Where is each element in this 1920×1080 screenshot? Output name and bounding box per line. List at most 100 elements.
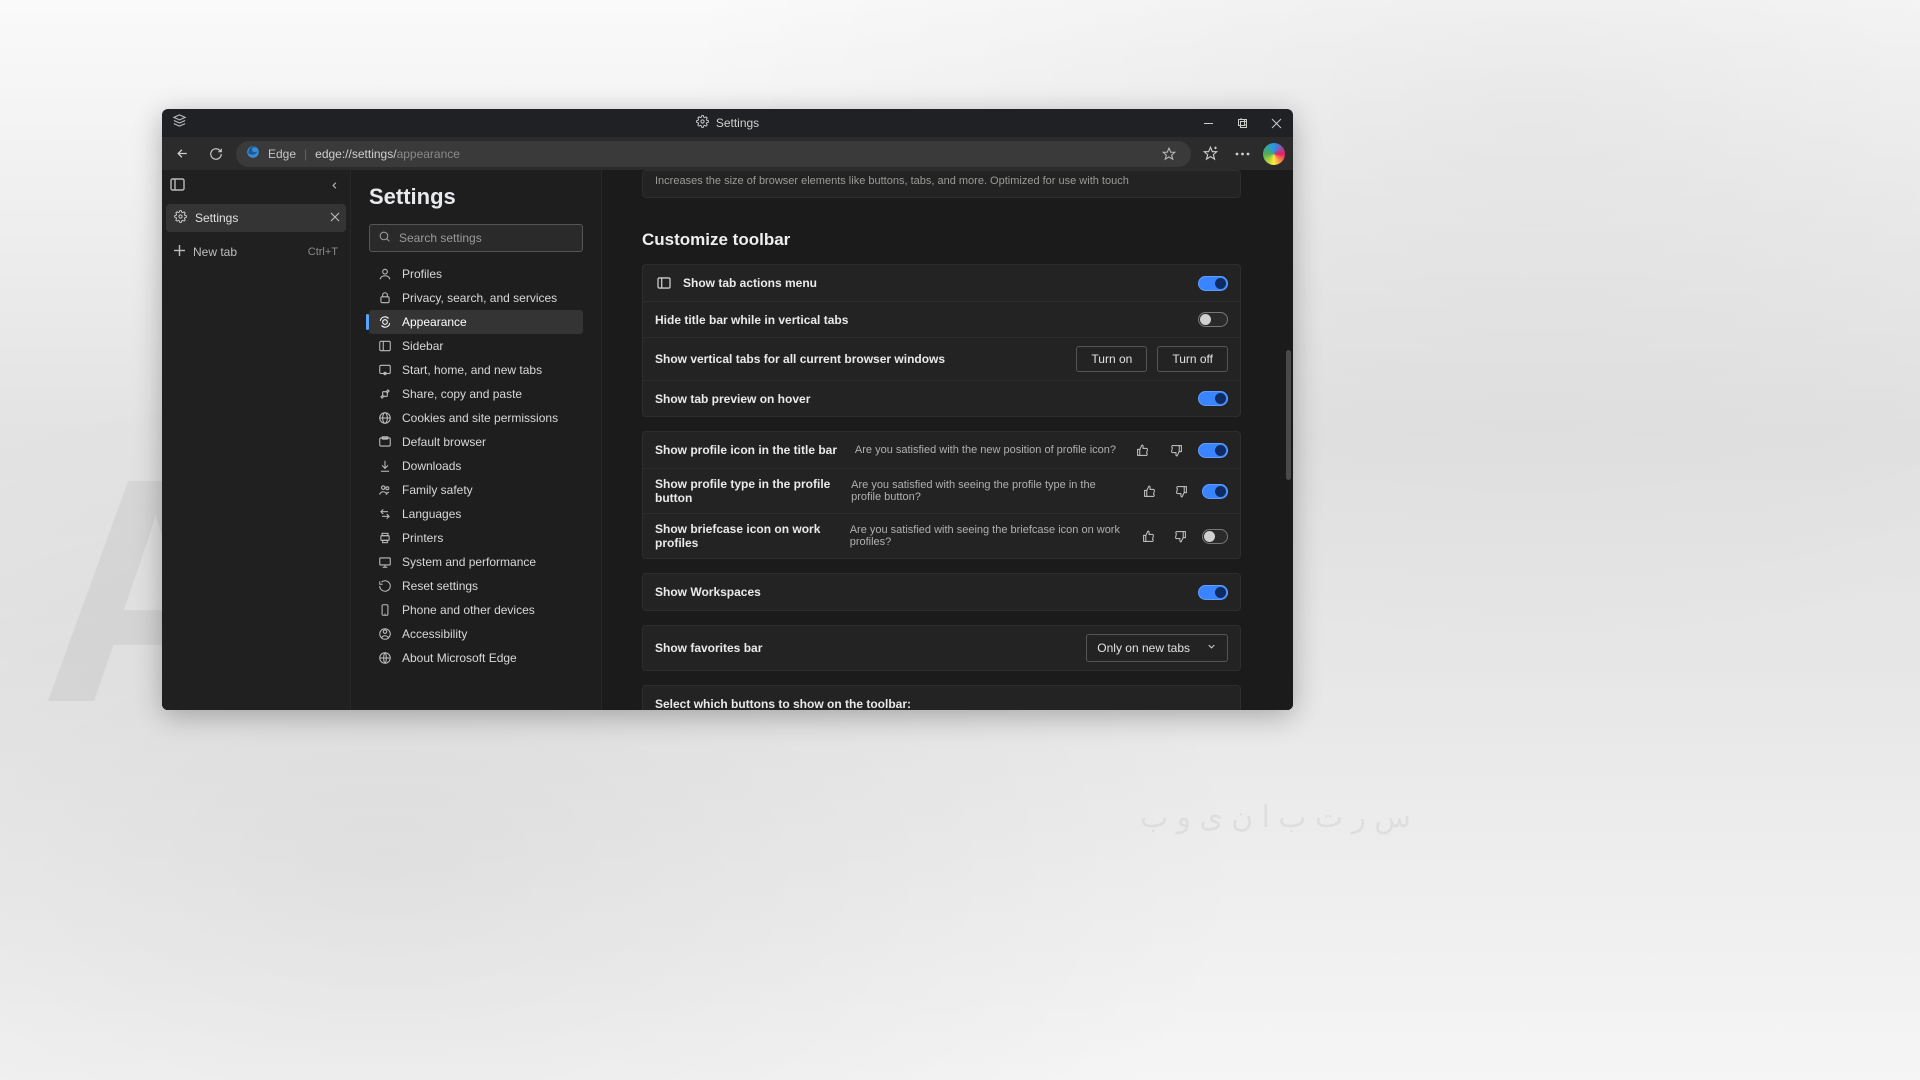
chevron-down-icon <box>1206 641 1217 655</box>
vertical-tab-strip: Settings New tab Ctrl+T <box>162 170 351 710</box>
row-label: Show briefcase icon on work profiles <box>655 522 840 550</box>
more-button[interactable] <box>1229 141 1255 167</box>
gear-icon <box>696 115 709 131</box>
nav-item-label: Sidebar <box>402 339 443 353</box>
new-tab-button[interactable]: New tab Ctrl+T <box>166 240 346 264</box>
nav-item-icon <box>377 507 392 521</box>
vertical-tab-label: Settings <box>195 211 238 225</box>
nav-item-icon <box>377 483 392 497</box>
toggle-tab-preview[interactable] <box>1198 391 1228 406</box>
thumbs-down-icon[interactable] <box>1174 483 1188 499</box>
edge-browser-window: Settings Edge | edge://settings/appearan… <box>162 109 1293 710</box>
toggle-workspaces[interactable] <box>1198 585 1228 600</box>
close-tab-icon[interactable] <box>330 211 340 225</box>
titlebar-right <box>1191 109 1293 137</box>
maximize-button[interactable] <box>1225 109 1259 137</box>
row-vertical-tabs: Show vertical tabs for all current brows… <box>643 337 1240 380</box>
row-tab-actions: Show tab actions menu <box>643 265 1240 301</box>
nav-item-icon <box>377 531 392 545</box>
toolbar-card-2: Show profile icon in the title bar Are y… <box>642 431 1241 559</box>
search-icon <box>378 230 391 246</box>
turn-off-label: Turn off <box>1172 352 1213 366</box>
toggle-profile-type[interactable] <box>1202 484 1228 499</box>
favorites-bar-dropdown[interactable]: Only on new tabs <box>1086 634 1228 662</box>
settings-nav-item[interactable]: Printers <box>369 526 583 550</box>
settings-nav-item[interactable]: Privacy, search, and services <box>369 286 583 310</box>
settings-nav-list: Profiles Privacy, search, and services App… <box>369 262 583 670</box>
back-button[interactable] <box>168 140 196 168</box>
copilot-button[interactable] <box>1261 141 1287 167</box>
tab-actions-icon[interactable] <box>170 178 185 196</box>
turn-on-button[interactable]: Turn on <box>1076 346 1147 372</box>
toggle-hide-titlebar[interactable] <box>1198 312 1228 327</box>
settings-nav-item[interactable]: Sidebar <box>369 334 583 358</box>
toggle-tab-actions[interactable] <box>1198 276 1228 291</box>
settings-nav-item[interactable]: Reset settings <box>369 574 583 598</box>
nav-item-label: Phone and other devices <box>402 603 535 617</box>
touch-hint-card: Increases the size of browser elements l… <box>642 170 1241 198</box>
settings-nav-item[interactable]: Accessibility <box>369 622 583 646</box>
row-workspaces: Show Workspaces <box>643 574 1240 610</box>
toggle-briefcase[interactable] <box>1202 529 1228 544</box>
nav-item-icon <box>377 579 392 593</box>
settings-main-scroll[interactable]: Increases the size of browser elements l… <box>602 170 1293 710</box>
row-label: Show profile icon in the title bar <box>655 443 837 457</box>
nav-item-icon <box>377 435 392 449</box>
nav-item-icon <box>377 459 392 473</box>
row-briefcase: Show briefcase icon on work profiles Are… <box>643 513 1240 558</box>
row-hint: Are you satisfied with seeing the briefc… <box>850 524 1124 548</box>
collapse-tabs-icon[interactable] <box>329 178 340 196</box>
settings-sidebar: Settings Search settings Profiles Privacy… <box>351 170 602 710</box>
row-hint: Are you satisfied with the new position … <box>855 444 1116 456</box>
settings-nav-item[interactable]: Start, home, and new tabs <box>369 358 583 382</box>
settings-nav-item[interactable]: Cookies and site permissions <box>369 406 583 430</box>
nav-item-label: Languages <box>402 507 461 521</box>
settings-nav-item[interactable]: About Microsoft Edge <box>369 646 583 670</box>
thumbs-down-icon[interactable] <box>1174 528 1188 544</box>
settings-nav-item[interactable]: Downloads <box>369 454 583 478</box>
thumbs-up-icon[interactable] <box>1134 442 1150 458</box>
separator: | <box>304 147 307 161</box>
scrollbar-thumb[interactable] <box>1286 350 1291 480</box>
nav-item-label: Privacy, search, and services <box>402 291 557 305</box>
settings-title: Settings <box>369 184 583 210</box>
settings-search-input[interactable]: Search settings <box>369 224 583 252</box>
nav-item-label: Family safety <box>402 483 473 497</box>
row-label: Show Workspaces <box>655 585 761 599</box>
toolbar-card-4: Show favorites bar Only on new tabs <box>642 625 1241 671</box>
minimize-button[interactable] <box>1191 109 1225 137</box>
toggle-profile-icon[interactable] <box>1198 443 1228 458</box>
settings-nav-item[interactable]: Default browser <box>369 430 583 454</box>
nav-item-icon <box>377 267 392 281</box>
toolbar-card-1: Show tab actions menu Hide title bar whi… <box>642 264 1241 417</box>
settings-nav-item[interactable]: Languages <box>369 502 583 526</box>
content-area: Settings New tab Ctrl+T Settings Search … <box>162 170 1293 710</box>
refresh-button[interactable] <box>202 140 230 168</box>
close-button[interactable] <box>1259 109 1293 137</box>
row-label: Hide title bar while in vertical tabs <box>655 313 848 327</box>
address-bar[interactable]: Edge | edge://settings/appearance <box>236 141 1191 167</box>
nav-item-label: Cookies and site permissions <box>402 411 558 425</box>
row-label: Show tab preview on hover <box>655 392 810 406</box>
favorites-button[interactable] <box>1197 141 1223 167</box>
touch-hint-text: Increases the size of browser elements l… <box>655 175 1228 187</box>
url-subpmpath: appearance <box>397 147 460 161</box>
nav-item-label: Printers <box>402 531 443 545</box>
settings-nav-item[interactable]: Share, copy and paste <box>369 382 583 406</box>
nav-item-label: Share, copy and paste <box>402 387 522 401</box>
turn-off-button[interactable]: Turn off <box>1157 346 1228 372</box>
nav-item-icon <box>377 603 392 617</box>
settings-nav-item[interactable]: Appearance <box>369 310 583 334</box>
vertical-tab-settings[interactable]: Settings <box>166 204 346 232</box>
settings-nav-item[interactable]: Family safety <box>369 478 583 502</box>
thumbs-up-icon[interactable] <box>1142 528 1156 544</box>
settings-nav-item[interactable]: System and performance <box>369 550 583 574</box>
thumbs-down-icon[interactable] <box>1168 442 1184 458</box>
favorite-star-icon[interactable] <box>1157 147 1181 161</box>
navigation-toolbar: Edge | edge://settings/appearance <box>162 137 1293 170</box>
settings-nav-item[interactable]: Phone and other devices <box>369 598 583 622</box>
titlebar-center: Settings <box>162 115 1293 131</box>
thumbs-up-icon[interactable] <box>1143 483 1157 499</box>
toolbar-card-5: Select which buttons to show on the tool… <box>642 685 1241 710</box>
settings-nav-item[interactable]: Profiles <box>369 262 583 286</box>
